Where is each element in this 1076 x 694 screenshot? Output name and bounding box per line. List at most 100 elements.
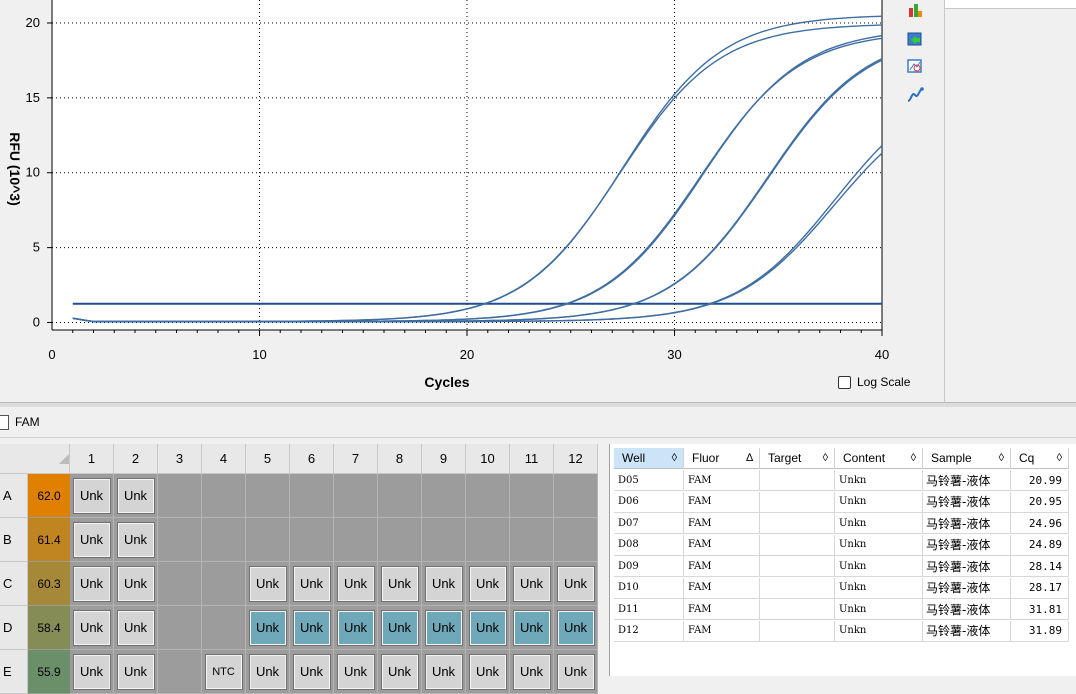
column-header-target[interactable]: Target ◊ [760, 448, 835, 469]
plate-well[interactable]: Unk [334, 606, 378, 650]
plate-well[interactable]: Unk [246, 562, 290, 606]
cell-cq[interactable]: 20.99 [1011, 470, 1069, 491]
plate-column-header[interactable]: 9 [422, 444, 466, 474]
cell-target[interactable] [760, 556, 835, 577]
empty-well[interactable] [202, 518, 246, 562]
cell-fluor[interactable]: FAM [684, 534, 760, 556]
cell-sample[interactable]: 马铃薯-液体 [923, 491, 1011, 513]
plate-well[interactable]: Unk [70, 518, 114, 562]
log-scale-checkbox[interactable] [838, 375, 851, 389]
plate-well[interactable]: Unk [466, 606, 510, 650]
plate-column-header[interactable]: 7 [334, 444, 378, 474]
cell-fluor[interactable]: FAM [684, 577, 760, 599]
plate-column-header[interactable]: 1 [70, 444, 114, 474]
empty-well[interactable] [158, 474, 202, 518]
sort-indicator-icon[interactable]: ◊ [823, 452, 828, 464]
empty-well[interactable] [246, 474, 290, 518]
cell-well[interactable]: D07 [614, 513, 684, 534]
plate-corner[interactable] [0, 444, 70, 474]
cell-well[interactable]: D08 [614, 534, 684, 556]
plate-column-header[interactable]: 6 [290, 444, 334, 474]
cell-content[interactable]: Unkn [835, 491, 923, 513]
plate-well[interactable]: Unk [554, 606, 598, 650]
cell-content[interactable]: Unkn [835, 534, 923, 556]
sort-indicator-icon[interactable]: ◊ [999, 452, 1004, 464]
empty-well[interactable] [202, 562, 246, 606]
cell-well[interactable]: D09 [614, 556, 684, 577]
plate-well[interactable]: Unk [114, 518, 158, 562]
sort-indicator-icon[interactable]: ◊ [911, 452, 916, 464]
sort-indicator-icon[interactable]: ◊ [1057, 452, 1062, 464]
empty-well[interactable] [554, 474, 598, 518]
column-header-cq[interactable]: Cq ◊ [1011, 448, 1069, 469]
cell-content[interactable]: Unkn [835, 599, 923, 620]
empty-well[interactable] [290, 474, 334, 518]
cell-content[interactable]: Unkn [835, 470, 923, 491]
plate-row-header[interactable]: B [0, 518, 28, 562]
cell-sample[interactable]: 马铃薯-液体 [923, 620, 1011, 642]
cell-fluor[interactable]: FAM [684, 513, 760, 534]
copy-chart-icon[interactable] [906, 31, 924, 47]
plate-well[interactable]: Unk [114, 562, 158, 606]
plate-well[interactable]: Unk [334, 562, 378, 606]
cell-cq[interactable]: 28.14 [1011, 556, 1069, 577]
fam-checkbox[interactable] [0, 414, 9, 430]
cell-fluor[interactable]: FAM [684, 599, 760, 620]
plate-well[interactable]: Unk [290, 650, 334, 694]
empty-well[interactable] [202, 606, 246, 650]
cell-content[interactable]: Unkn [835, 556, 923, 577]
empty-well[interactable] [422, 474, 466, 518]
column-header-content[interactable]: Content ◊ [835, 448, 923, 469]
cell-target[interactable] [760, 599, 835, 620]
cell-well[interactable]: D05 [614, 470, 684, 491]
plate-well[interactable]: Unk [290, 562, 334, 606]
plate-row-header[interactable]: E [0, 650, 28, 694]
plate-well[interactable]: Unk [510, 606, 554, 650]
cell-cq[interactable]: 24.96 [1011, 513, 1069, 534]
column-header-sample[interactable]: Sample ◊ [923, 448, 1011, 469]
empty-well[interactable] [554, 518, 598, 562]
plate-row-header[interactable]: D [0, 606, 28, 650]
empty-well[interactable] [466, 474, 510, 518]
empty-well[interactable] [334, 474, 378, 518]
plate-well[interactable]: NTC [202, 650, 246, 694]
cell-target[interactable] [760, 577, 835, 599]
plate-column-header[interactable]: 4 [202, 444, 246, 474]
plate-well[interactable]: Unk [510, 562, 554, 606]
cell-well[interactable]: D10 [614, 577, 684, 599]
cell-well[interactable]: D06 [614, 491, 684, 513]
empty-well[interactable] [158, 650, 202, 694]
empty-well[interactable] [158, 518, 202, 562]
export-image-icon[interactable] [906, 2, 924, 18]
plate-well[interactable]: Unk [70, 650, 114, 694]
cell-well[interactable]: D12 [614, 620, 684, 642]
plate-well[interactable]: Unk [114, 650, 158, 694]
plate-column-header[interactable]: 8 [378, 444, 422, 474]
empty-well[interactable] [510, 474, 554, 518]
plate-well[interactable]: Unk [290, 606, 334, 650]
cell-fluor[interactable]: FAM [684, 470, 760, 491]
empty-well[interactable] [334, 518, 378, 562]
plate-well[interactable]: Unk [378, 650, 422, 694]
plate-well[interactable]: Unk [554, 650, 598, 694]
cell-cq[interactable]: 31.81 [1011, 599, 1069, 620]
zoom-chart-icon[interactable] [906, 58, 924, 74]
plate-column-header[interactable]: 3 [158, 444, 202, 474]
plate-well[interactable]: Unk [246, 606, 290, 650]
cell-sample[interactable]: 马铃薯-液体 [923, 577, 1011, 599]
sort-indicator-icon[interactable]: ∆ [746, 452, 753, 464]
plate-well[interactable]: Unk [422, 650, 466, 694]
empty-well[interactable] [290, 518, 334, 562]
cell-fluor[interactable]: FAM [684, 556, 760, 577]
plate-well[interactable]: Unk [466, 650, 510, 694]
plate-well[interactable]: Unk [378, 562, 422, 606]
cell-fluor[interactable]: FAM [684, 620, 760, 642]
plate-well[interactable]: Unk [114, 474, 158, 518]
plate-column-header[interactable]: 5 [246, 444, 290, 474]
column-header-well[interactable]: Well ◊ [614, 448, 684, 469]
cell-content[interactable]: Unkn [835, 513, 923, 534]
cell-sample[interactable]: 马铃薯-液体 [923, 513, 1011, 534]
cell-content[interactable]: Unkn [835, 620, 923, 642]
empty-well[interactable] [378, 474, 422, 518]
cell-target[interactable] [760, 620, 835, 642]
